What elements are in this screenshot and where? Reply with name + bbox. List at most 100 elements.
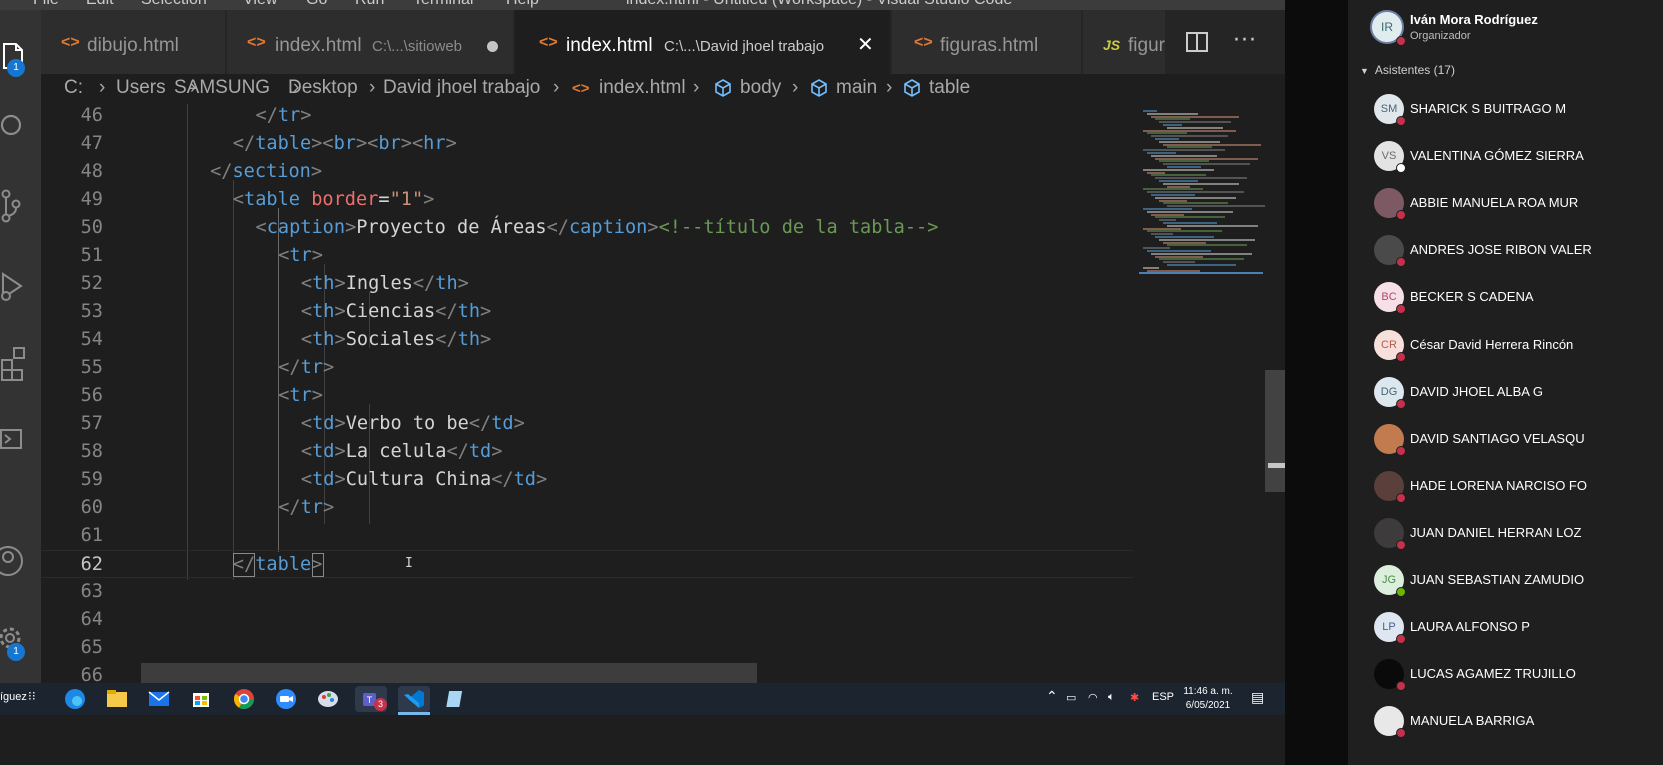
- attendee-row[interactable]: VS VALENTINA GÓMEZ SIERRA: [1372, 137, 1663, 177]
- tab-figuras-html[interactable]: <> figuras.html: [892, 10, 1082, 74]
- dropbox-icon[interactable]: ✱: [1130, 691, 1139, 704]
- code-line[interactable]: 61: [41, 522, 1133, 550]
- code-line[interactable]: 48 </section>: [41, 158, 1133, 186]
- code-line[interactable]: 52 <th>Ingles</th>: [41, 270, 1133, 298]
- line-number: 59: [80, 469, 103, 490]
- notepad-icon[interactable]: [440, 686, 472, 712]
- code-line[interactable]: 51 <tr>: [41, 242, 1133, 270]
- code-line[interactable]: 49 <table border="1">: [41, 186, 1133, 214]
- more-actions-icon[interactable]: ···: [1233, 28, 1257, 53]
- language-indicator[interactable]: ESP: [1152, 691, 1174, 703]
- code-line[interactable]: 47 </table><br><br><hr>: [41, 130, 1133, 158]
- attendee-row[interactable]: HADE LORENA NARCISO FO: [1372, 467, 1663, 507]
- explorer-badge: 1: [7, 59, 25, 77]
- attendee-row[interactable]: CR César David Herrera Rincón: [1372, 326, 1663, 366]
- paint-icon[interactable]: [312, 686, 344, 712]
- breadcrumb-table[interactable]: table: [929, 77, 970, 99]
- tab-index-html-active[interactable]: <> index.html C:\...\David jhoel trabajo…: [515, 10, 891, 74]
- code-line[interactable]: 64: [41, 606, 1133, 634]
- attendee-row[interactable]: JG JUAN SEBASTIAN ZAMUDIO: [1372, 561, 1663, 601]
- breadcrumb-desktop[interactable]: Desktop: [288, 77, 358, 99]
- menu-help[interactable]: Help: [506, 0, 539, 9]
- code-line[interactable]: 46 </tr>: [41, 104, 1133, 130]
- code-line[interactable]: 55 </tr>: [41, 354, 1133, 382]
- line-number: 56: [80, 385, 103, 406]
- vertical-scrollbar-thumb[interactable]: [1265, 370, 1285, 492]
- code-text: </tr>: [278, 494, 334, 522]
- menu-edit[interactable]: Edit: [86, 0, 114, 9]
- tab-index-html-sitioweb[interactable]: <> index.html C:\...\sitioweb: [227, 10, 514, 74]
- code-line[interactable]: 63: [41, 578, 1133, 606]
- code-line[interactable]: 56 <tr>: [41, 382, 1133, 410]
- menu-go[interactable]: Go: [306, 0, 327, 9]
- minimap-line: [1143, 227, 1181, 230]
- code-line[interactable]: 59 <td>Cultura China</td>: [41, 466, 1133, 494]
- code-line[interactable]: 53 <th>Ciencias</th>: [41, 298, 1133, 326]
- remote-explorer-icon[interactable]: [0, 418, 41, 464]
- tab-dibujo-html[interactable]: <> dibujo.html: [41, 10, 226, 74]
- attendees-section-header[interactable]: ▼ Asistentes (17): [1360, 63, 1455, 77]
- clock[interactable]: 11:46 a. m. 6/05/2021: [1178, 685, 1238, 713]
- run-debug-icon[interactable]: [0, 266, 41, 312]
- close-icon[interactable]: ✕: [857, 32, 874, 57]
- breadcrumb-drive[interactable]: C:: [64, 77, 83, 99]
- tab-figura-js[interactable]: JS figura: [1083, 10, 1173, 74]
- chevron-up-icon[interactable]: ⌃: [1046, 688, 1058, 705]
- minimap-line: [1147, 152, 1176, 154]
- battery-icon[interactable]: ▭: [1066, 691, 1076, 704]
- tab-actions: ···: [1165, 10, 1285, 74]
- breadcrumb-samsung[interactable]: SAMSUNG: [174, 77, 270, 99]
- breadcrumb-main[interactable]: main: [836, 77, 877, 99]
- menu-file[interactable]: File: [33, 0, 59, 9]
- tab-description: C:\...\David jhoel trabajo: [664, 38, 825, 55]
- split-editor-icon[interactable]: [1185, 30, 1209, 58]
- code-line[interactable]: 58 <td>La celula</td>: [41, 438, 1133, 466]
- volume-icon[interactable]: 🔈︎: [1108, 691, 1115, 704]
- edge-icon[interactable]: [59, 686, 91, 712]
- breadcrumb-file[interactable]: index.html: [599, 77, 686, 99]
- attendee-row[interactable]: ANDRES JOSE RIBON VALER: [1372, 231, 1663, 271]
- breadcrumb-body[interactable]: body: [740, 77, 781, 99]
- code-editor[interactable]: 46 </tr> 47 </table><br><br><hr> 48 </section…: [41, 104, 1133, 683]
- source-control-icon[interactable]: [0, 184, 41, 230]
- code-line[interactable]: 62 </table>: [41, 550, 1133, 578]
- horizontal-scrollbar[interactable]: [141, 663, 757, 683]
- code-line[interactable]: 50 <caption>Proyecto de Áreas</caption><!…: [41, 214, 1133, 242]
- attendee-row[interactable]: DAVID SANTIAGO VELASQU: [1372, 420, 1663, 460]
- code-line[interactable]: 57 <td>Verbo to be</td>: [41, 410, 1133, 438]
- account-icon[interactable]: [0, 538, 41, 584]
- attendee-row[interactable]: ABBIE MANUELA ROA MUR: [1372, 184, 1663, 224]
- menu-run[interactable]: Run: [355, 0, 384, 9]
- menu-view[interactable]: View: [243, 0, 277, 9]
- vscode-icon[interactable]: [398, 686, 430, 712]
- attendee-row[interactable]: DG DAVID JHOEL ALBA G: [1372, 373, 1663, 413]
- attendee-row[interactable]: MANUELA BARRIGA: [1372, 702, 1663, 742]
- menu-selection[interactable]: Selection: [141, 0, 207, 9]
- breadcrumb-users[interactable]: Users: [116, 77, 166, 99]
- attendee-row[interactable]: SM SHARICK S BUITRAGO M: [1372, 90, 1663, 130]
- minimap-line: [1159, 238, 1255, 241]
- minimap-line: [1151, 115, 1239, 118]
- extensions-icon[interactable]: [0, 342, 41, 388]
- code-token: =: [378, 189, 390, 210]
- chrome-icon[interactable]: [228, 686, 260, 712]
- organizer-row[interactable]: IR Iván Mora Rodríguez Organizador: [1368, 8, 1663, 48]
- code-line[interactable]: 65: [41, 634, 1133, 662]
- mail-icon[interactable]: [143, 686, 175, 712]
- notifications-icon[interactable]: ▤: [1251, 689, 1264, 706]
- store-icon[interactable]: [185, 686, 217, 712]
- breadcrumb-folder[interactable]: David jhoel trabajo: [383, 77, 540, 99]
- attendee-row[interactable]: BC BECKER S CADENA: [1372, 278, 1663, 318]
- code-line[interactable]: 60 </tr>: [41, 494, 1133, 522]
- menu-terminal[interactable]: Terminal: [413, 0, 473, 9]
- search-icon[interactable]: [0, 104, 41, 150]
- zoom-icon[interactable]: [270, 686, 302, 712]
- unsaved-dot-icon[interactable]: [487, 41, 498, 52]
- minimap[interactable]: [1133, 104, 1265, 683]
- attendee-row[interactable]: JUAN DANIEL HERRAN LOZ: [1372, 514, 1663, 554]
- attendee-row[interactable]: LP LAURA ALFONSO P: [1372, 608, 1663, 648]
- wifi-icon[interactable]: ◠: [1088, 691, 1098, 704]
- code-line[interactable]: 54 <th>Sociales</th>: [41, 326, 1133, 354]
- file-explorer-icon[interactable]: [101, 686, 133, 712]
- attendee-row[interactable]: LUCAS AGAMEZ TRUJILLO: [1372, 655, 1663, 695]
